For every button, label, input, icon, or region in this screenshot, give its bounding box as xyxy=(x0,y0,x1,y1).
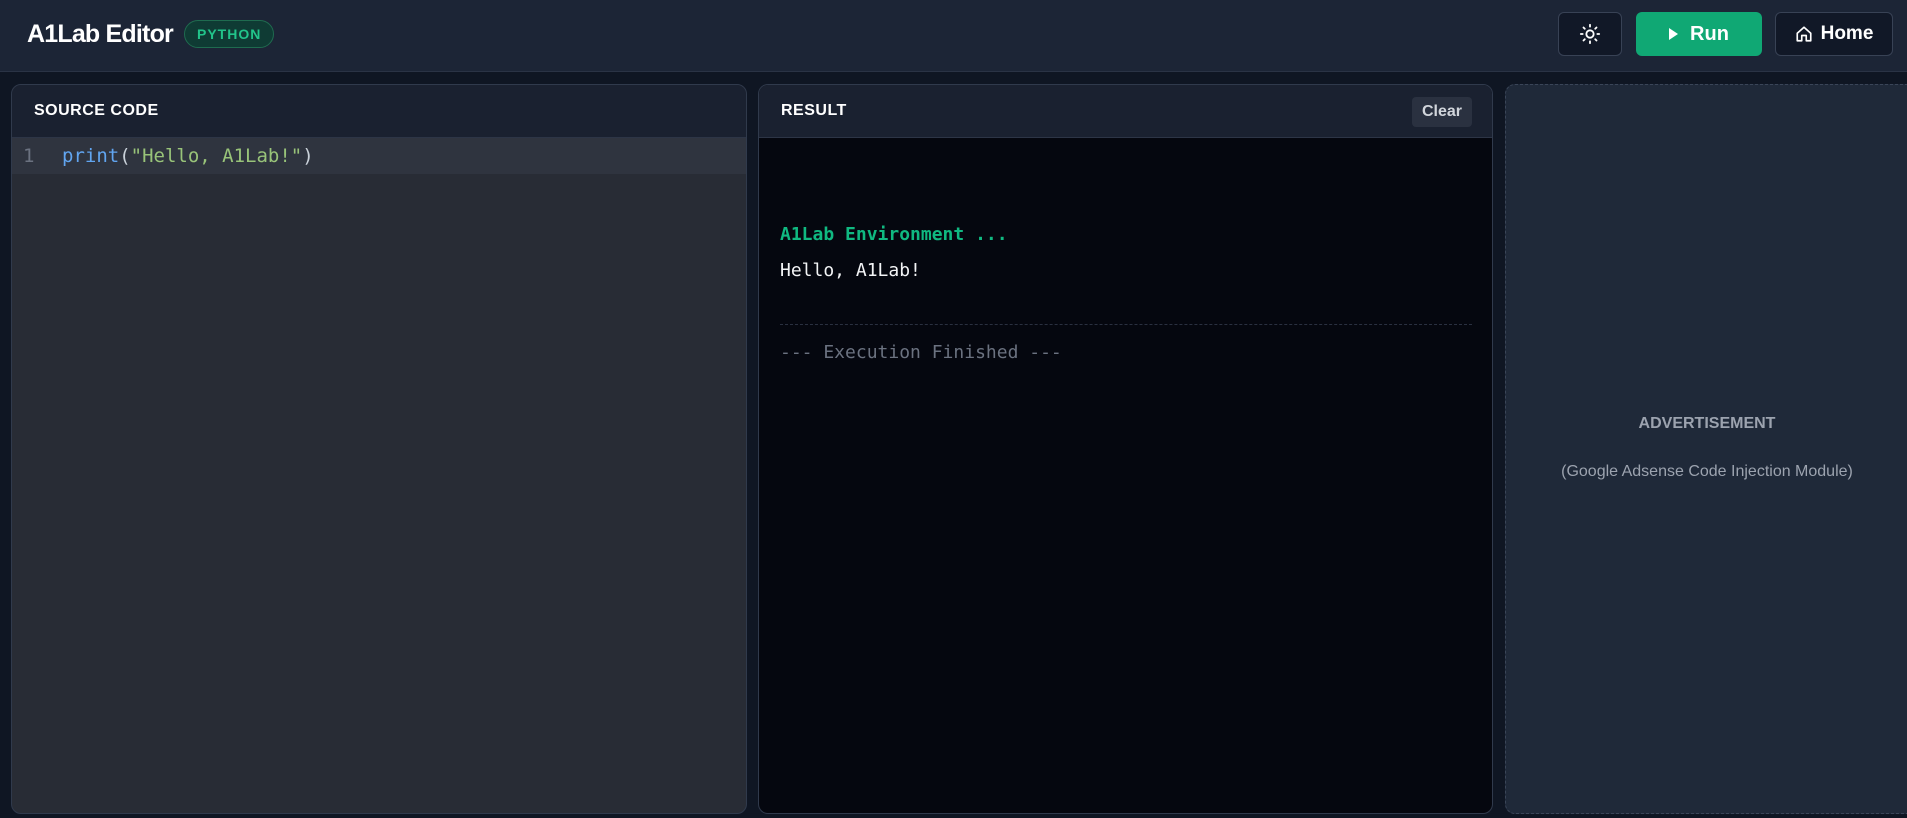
result-panel: RESULT Clear A1Lab Environment ... Hello… xyxy=(758,84,1493,814)
code-line[interactable]: 1 print("Hello, A1Lab!") xyxy=(12,138,746,174)
code-token-paren-open: ( xyxy=(119,145,131,167)
code-token-string: "Hello, A1Lab!" xyxy=(130,145,303,167)
play-icon xyxy=(1669,28,1679,40)
advertisement-panel: ADVERTISEMENT (Google Adsense Code Injec… xyxy=(1505,84,1907,814)
result-panel-title: RESULT xyxy=(781,102,847,119)
environment-line: A1Lab Environment ... xyxy=(780,224,1008,245)
app-title: A1Lab Editor xyxy=(27,20,174,48)
line-number: 1 xyxy=(23,145,35,167)
code-token-paren-close: ) xyxy=(302,145,314,167)
code-editor[interactable]: 1 print("Hello, A1Lab!") xyxy=(12,138,746,174)
source-code-panel: SOURCE CODE 1 print("Hello, A1Lab!") xyxy=(11,84,747,814)
output-divider xyxy=(780,324,1472,325)
output-line: Hello, A1Lab! xyxy=(780,260,921,281)
clear-button[interactable]: Clear xyxy=(1411,97,1472,127)
advertisement-title: ADVERTISEMENT xyxy=(1638,415,1776,432)
language-badge: PYTHON xyxy=(184,20,275,48)
execution-finished-line: --- Execution Finished --- xyxy=(780,342,1062,363)
result-panel-header: RESULT Clear xyxy=(759,85,1492,138)
code-text: print("Hello, A1Lab!") xyxy=(62,145,314,167)
home-button[interactable]: Home xyxy=(1775,12,1893,56)
result-output: A1Lab Environment ... Hello, A1Lab! --- … xyxy=(759,138,1492,813)
home-button-label: Home xyxy=(1820,23,1874,44)
source-panel-title: SOURCE CODE xyxy=(34,102,159,119)
run-button-label: Run xyxy=(1690,22,1729,45)
sun-icon xyxy=(1579,23,1601,45)
run-button[interactable]: Run xyxy=(1636,12,1762,56)
top-bar: A1Lab Editor PYTHON Run Home xyxy=(0,0,1907,72)
advertisement-subtitle: (Google Adsense Code Injection Module) xyxy=(1561,463,1853,480)
source-panel-header: SOURCE CODE xyxy=(12,85,746,138)
home-icon xyxy=(1796,26,1812,42)
code-token-function: print xyxy=(62,145,120,167)
theme-toggle-button[interactable] xyxy=(1558,12,1622,56)
